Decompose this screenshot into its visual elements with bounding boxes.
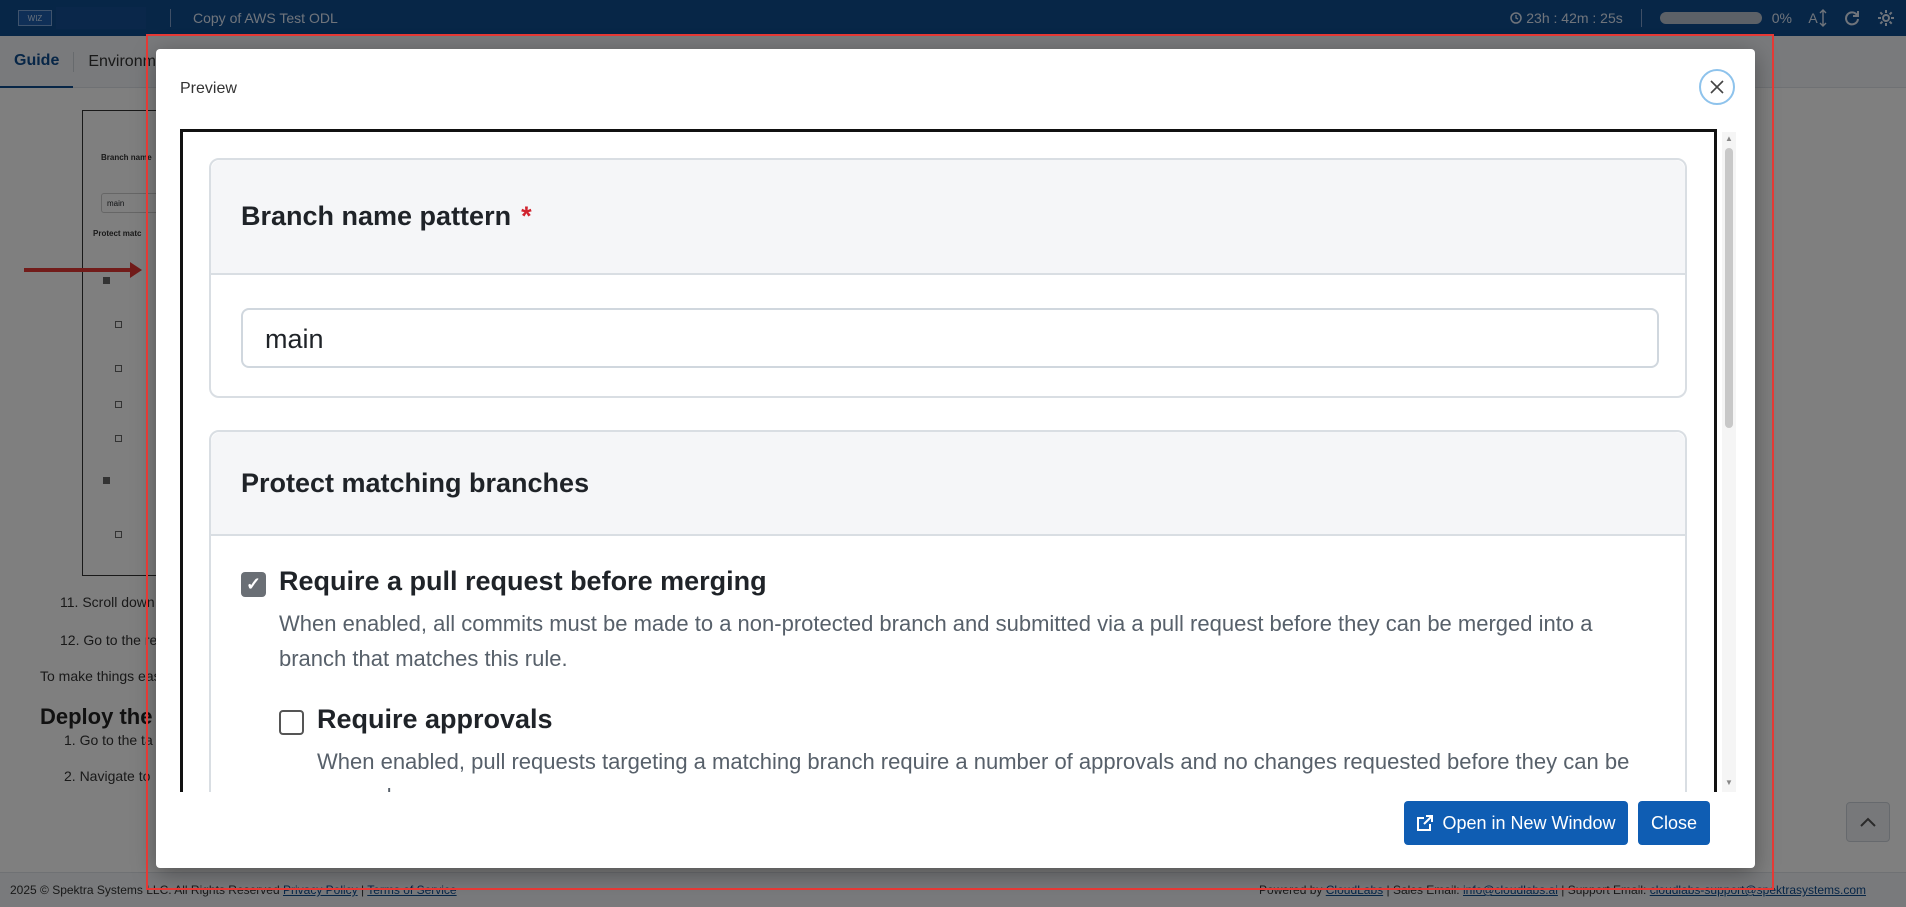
modal-title: Preview [180,80,237,97]
require-approvals-description: When enabled, pull requests targeting a … [317,749,1630,792]
branch-pattern-heading: Branch name pattern [241,201,512,231]
protect-branches-header: Protect matching branches [211,432,1685,536]
preview-frame: Branch name pattern * main Protect match… [180,129,1717,792]
preview-scrollbar[interactable]: ▲ ▼ [1722,132,1736,792]
scrollbar-thumb[interactable] [1725,148,1733,428]
scroll-down-arrow[interactable]: ▼ [1725,778,1733,787]
external-link-icon [1417,815,1434,831]
require-pr-description: When enabled, all commits must be made t… [279,611,1593,671]
require-approvals-checkbox[interactable] [279,710,304,735]
scroll-up-arrow[interactable]: ▲ [1725,134,1733,143]
open-in-new-window-label: Open in New Window [1442,812,1616,833]
require-approvals-title: Require approvals [317,704,553,734]
branch-pattern-header: Branch name pattern * [211,160,1685,275]
close-icon [1710,80,1724,94]
open-in-new-window-button[interactable]: Open in New Window [1404,801,1628,845]
modal-close-button[interactable] [1699,69,1735,105]
branch-pattern-box: Branch name pattern * main [209,158,1687,398]
close-button[interactable]: Close [1638,801,1710,845]
required-mark: * [521,201,532,231]
preview-modal: Preview Branch name pattern * main Prote… [156,49,1755,868]
require-pr-checkbox[interactable]: ✓ [241,572,266,597]
branch-pattern-input[interactable]: main [241,308,1659,368]
protect-branches-box: Protect matching branches ✓ Require a pu… [209,430,1687,792]
require-pr-title: Require a pull request before merging [279,566,767,596]
protect-branches-heading: Protect matching branches [241,467,590,498]
